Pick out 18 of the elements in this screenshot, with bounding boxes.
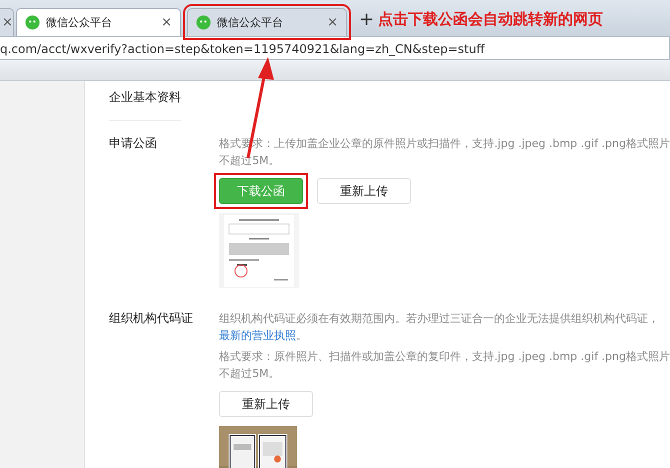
upload-button[interactable]: 重新上传 xyxy=(219,391,314,417)
license-link[interactable]: 最新的营业执照 xyxy=(219,329,296,342)
close-icon[interactable]: × xyxy=(327,15,338,30)
field-label: 申请公函 xyxy=(109,135,158,152)
close-icon[interactable]: × xyxy=(161,15,172,30)
section-title: 企业基本资料 xyxy=(109,89,182,121)
close-icon[interactable]: × xyxy=(2,15,13,30)
upload-button[interactable]: 重新上传 xyxy=(317,178,412,204)
new-tab-button[interactable]: + xyxy=(359,9,374,30)
field-label: 组织机构代码证 xyxy=(109,310,194,327)
browser-tab[interactable]: 微信公众平台 × xyxy=(16,8,181,36)
annotation-text: 点击下载公函会自动跳转新的网页 xyxy=(378,10,604,29)
address-bar[interactable]: q.com/acct/wxverify?action=step&token=1195740921&lang=zh_CN&step=stuff xyxy=(0,36,670,60)
browser-tab[interactable]: × xyxy=(0,8,14,36)
requirement-text: 组织机构代码证必须在有效期范围内。若办理过三证合一的企业无法提供组织机构代码证， 最新的营业执照。 xyxy=(219,311,660,344)
chat-bubble-icon xyxy=(196,15,211,30)
requirement-text: 格式要求：原件照片、扫描件或加盖公章的复印件，支持.jpg .jpeg .bmp .gif .png格式照片 不超过5M。 xyxy=(219,349,670,382)
chat-bubble-icon xyxy=(25,15,40,30)
